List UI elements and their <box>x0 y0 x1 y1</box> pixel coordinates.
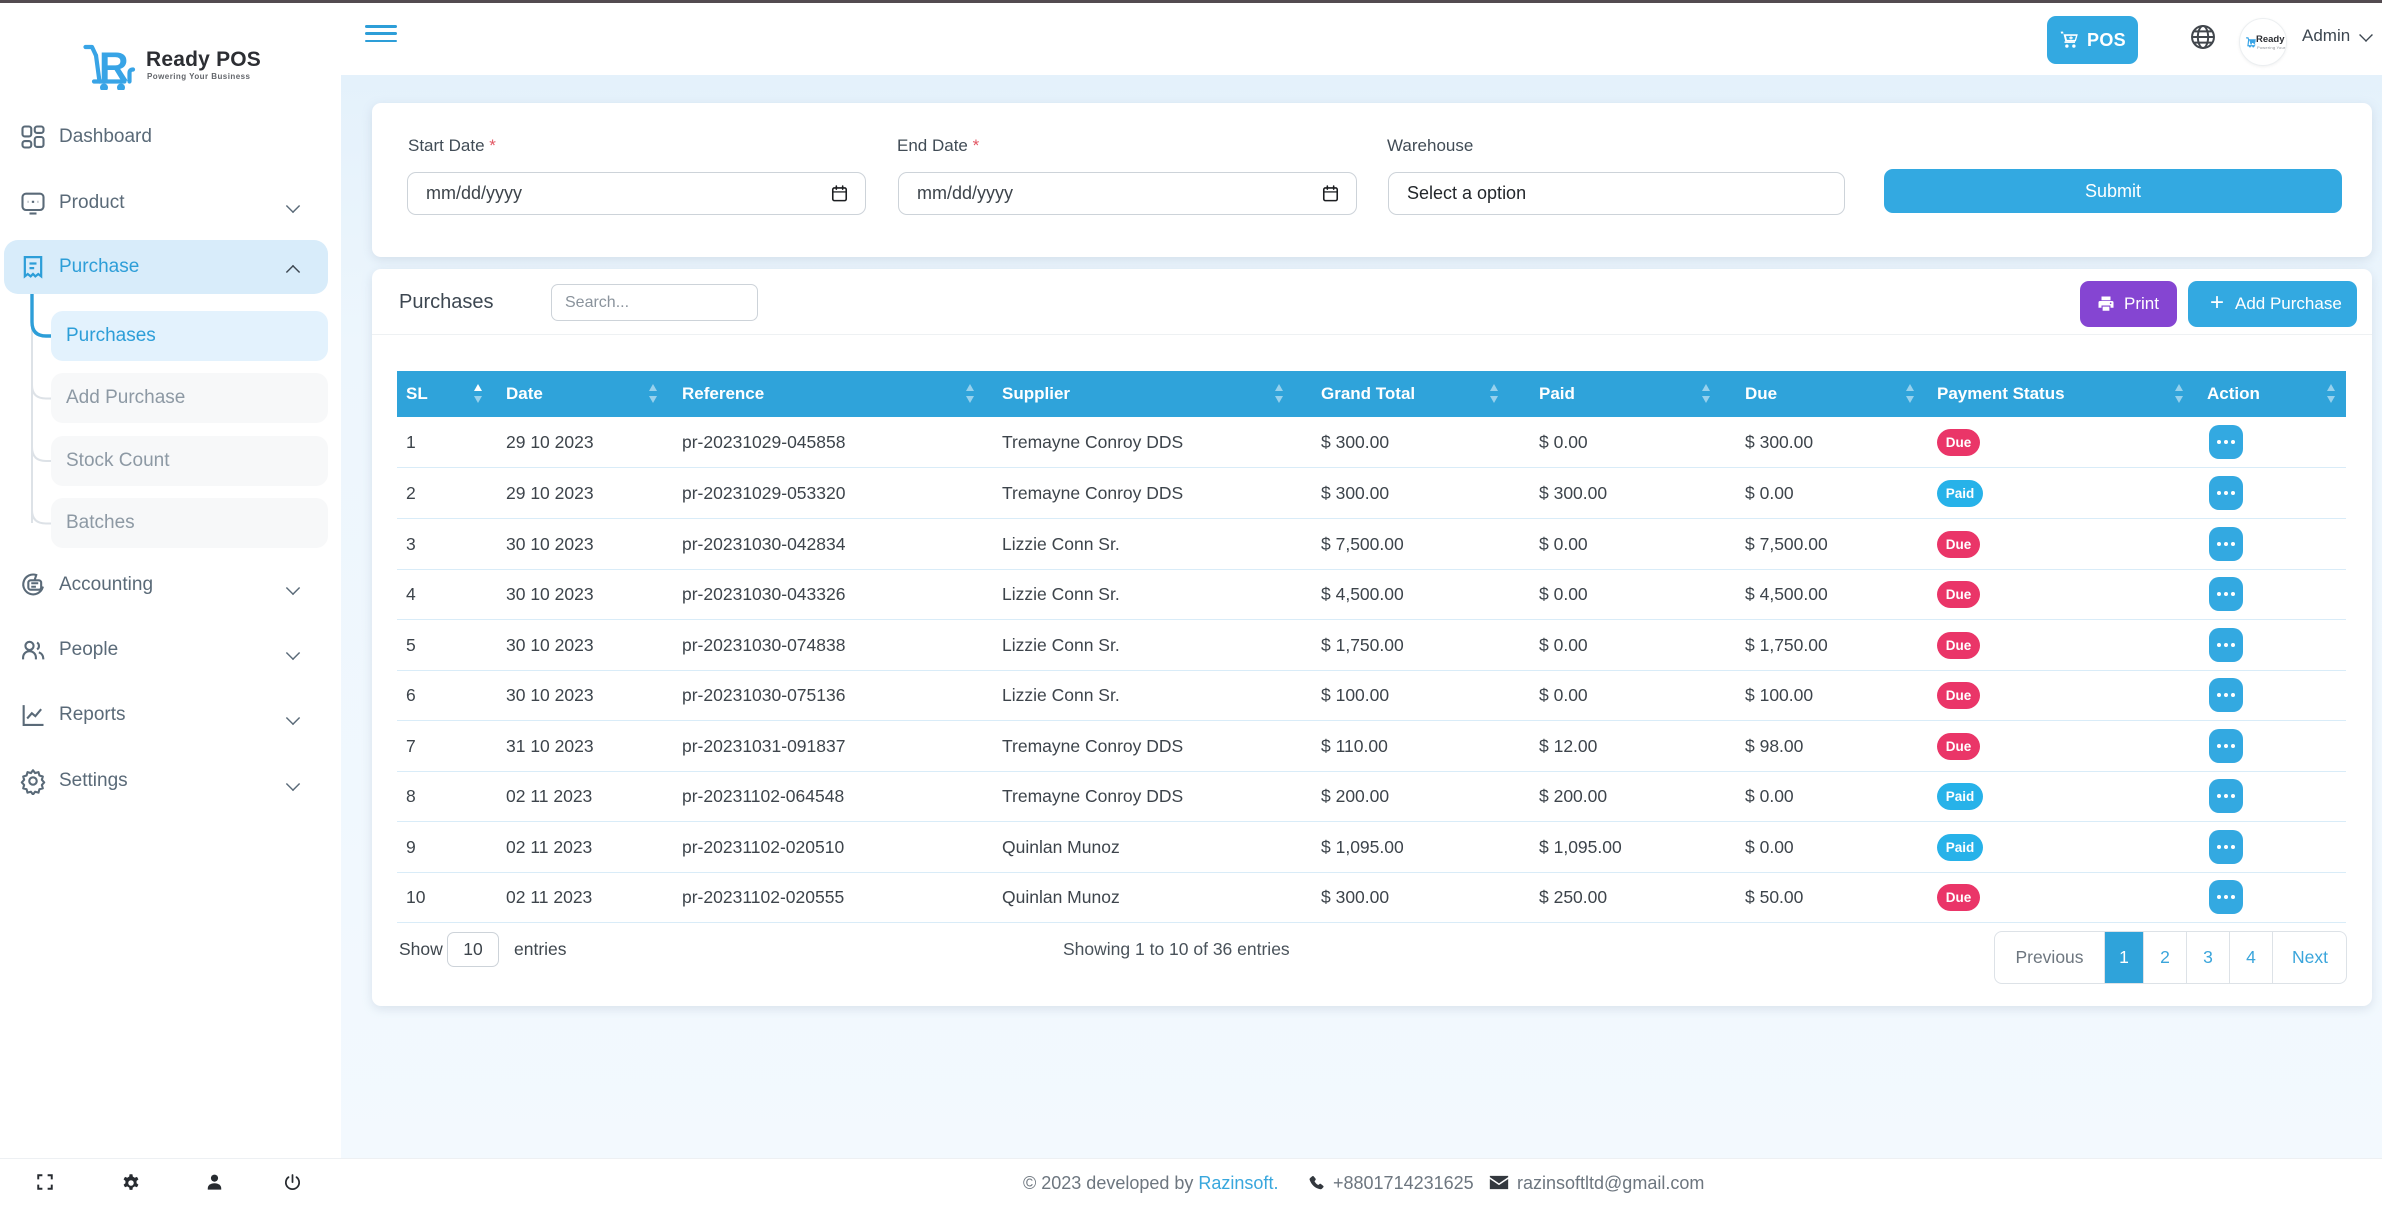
svg-text:R: R <box>99 44 129 90</box>
